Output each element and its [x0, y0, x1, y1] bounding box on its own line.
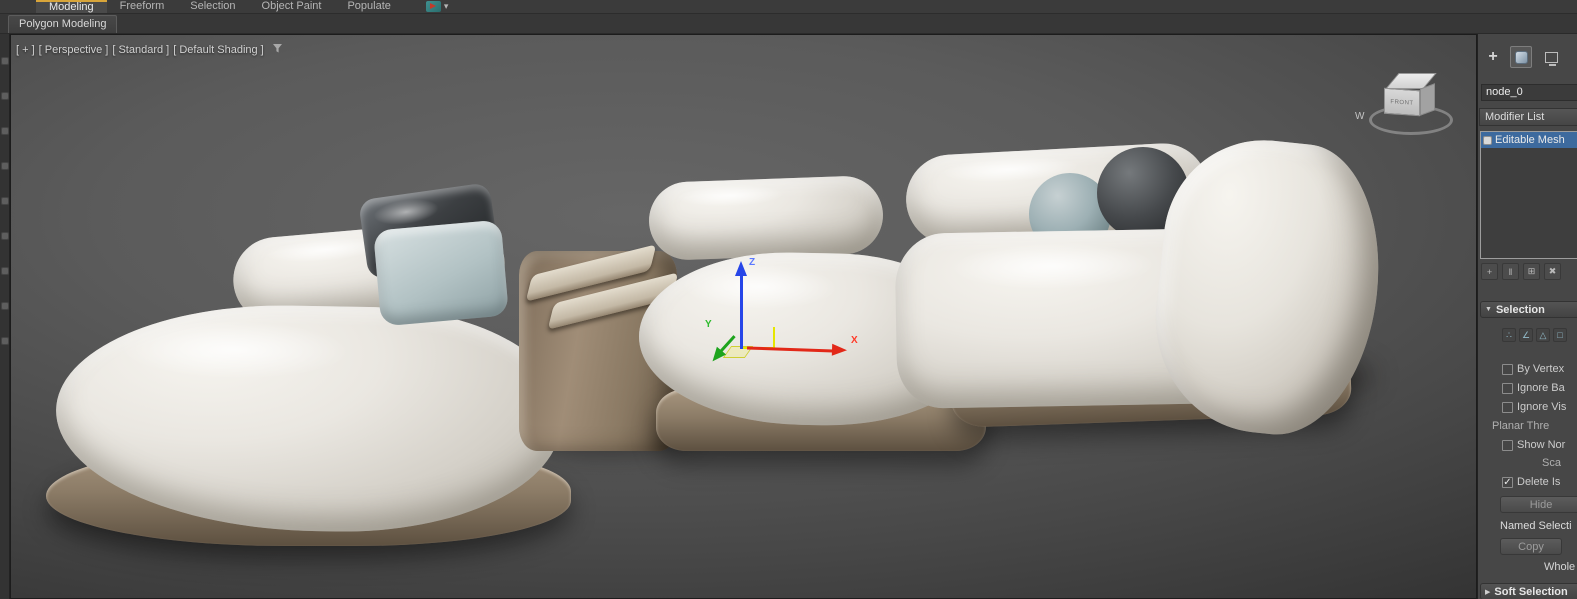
left-toolbar-button[interactable] — [1, 163, 8, 169]
filter-icon[interactable] — [272, 43, 283, 57]
rollout-title: Soft Selection — [1494, 585, 1568, 598]
viewport-menu-general[interactable]: [ + ] — [16, 44, 35, 56]
option-delete-isolated: ✓ Delete Is — [1502, 475, 1560, 489]
make-unique-icon[interactable]: ⊞ — [1523, 263, 1540, 280]
ribbon-tab-bar: Modeling Freeform Selection Object Paint… — [0, 0, 1577, 14]
named-selections-label: Named Selecti — [1500, 520, 1572, 532]
left-toolbar-button[interactable] — [1, 128, 8, 134]
gizmo-y-label: Y — [705, 319, 712, 330]
copy-button[interactable]: Copy — [1500, 538, 1562, 555]
checkbox-ignore-backfacing[interactable] — [1502, 382, 1513, 394]
mesh-icon — [1483, 135, 1492, 145]
left-toolbar-button[interactable] — [1, 303, 8, 309]
viewport[interactable]: [ + ] [ Perspective ] [ Standard ] [ Def… — [10, 34, 1477, 599]
checkbox-delete-isolated[interactable]: ✓ — [1502, 476, 1513, 488]
left-toolbar-button[interactable] — [1, 268, 8, 274]
viewcube-front-face[interactable]: FRONT — [1384, 87, 1420, 117]
object-name-field[interactable]: node_0 — [1481, 84, 1577, 101]
command-panel: + node_0 Modifier List Editable Mesh + ‖… — [1477, 34, 1577, 599]
modifier-list-dropdown[interactable]: Modifier List — [1479, 108, 1577, 126]
option-label: Sca — [1542, 457, 1561, 469]
viewport-menu-shading[interactable]: [ Default Shading ] — [173, 44, 264, 56]
soft-selection-rollout-header[interactable]: ▶ Soft Selection — [1480, 583, 1577, 599]
option-label: Ignore Ba — [1517, 382, 1565, 394]
gizmo-z-label: Z — [749, 257, 756, 268]
display-glyph-icon — [1544, 51, 1558, 66]
subobject-icons: ∴ ∠ △ □ — [1502, 328, 1567, 342]
left-toolbar-button[interactable] — [1, 198, 8, 204]
option-show-normals: Show Nor — [1502, 438, 1565, 452]
ribbon-panel-row: Polygon Modeling — [0, 14, 1577, 34]
ribbon-tab-populate[interactable]: Populate — [334, 0, 403, 13]
left-toolbar-button[interactable] — [1, 58, 8, 64]
polygon-icon[interactable]: □ — [1553, 328, 1567, 342]
left-toolbar-button[interactable] — [1, 233, 8, 239]
option-label: Ignore Vis — [1517, 401, 1567, 413]
stack-item-label: Editable Mesh — [1495, 134, 1565, 146]
gizmo-x-label: X — [851, 335, 858, 346]
option-by-vertex: By Vertex — [1502, 362, 1564, 376]
viewport-menu-renderer[interactable]: [ Standard ] — [112, 44, 169, 56]
option-label: Show Nor — [1517, 439, 1566, 451]
modify-glyph-icon — [1514, 50, 1528, 64]
option-label: Planar Thre — [1492, 420, 1550, 432]
option-planar-threshold: Planar Thre — [1492, 419, 1549, 433]
edge-icon[interactable]: ∠ — [1519, 328, 1533, 342]
show-end-result-icon[interactable]: ‖ — [1502, 263, 1519, 280]
ribbon-tab-selection[interactable]: Selection — [177, 0, 248, 13]
option-ignore-backfacing: Ignore Ba — [1502, 381, 1565, 395]
left-toolbar — [0, 34, 10, 599]
ribbon-tab-freeform[interactable]: Freeform — [107, 0, 178, 13]
option-label: By Vertex — [1517, 363, 1565, 375]
ribbon-tab-modeling[interactable]: Modeling — [36, 0, 107, 13]
gizmo-z-axis[interactable] — [740, 275, 743, 349]
chevron-down-icon: ▾ — [443, 1, 449, 11]
ribbon-config-icon — [425, 1, 441, 12]
gizmo-z-arrow-icon[interactable] — [735, 261, 747, 276]
rollout-arrow-icon: ▶ — [1485, 588, 1491, 596]
stack-item-editable-mesh[interactable]: Editable Mesh — [1481, 132, 1577, 148]
option-label: Delete Is — [1517, 476, 1561, 488]
rollout-arrow-icon: ▼ — [1485, 306, 1492, 313]
stack-toolbar: + ‖ ⊞ ✖ — [1478, 263, 1577, 285]
selection-status-label: Whole — [1544, 561, 1576, 573]
option-scale: Sca — [1542, 456, 1561, 470]
main-area: [ + ] [ Perspective ] [ Standard ] [ Def… — [0, 34, 1577, 599]
ribbon-tab-object-paint[interactable]: Object Paint — [249, 0, 335, 13]
rollout-title: Selection — [1495, 303, 1545, 316]
modifier-stack[interactable]: Editable Mesh — [1480, 131, 1577, 259]
3dsmax-window: Modeling Freeform Selection Object Paint… — [0, 0, 1577, 599]
pin-stack-icon[interactable]: + — [1481, 263, 1498, 280]
viewcube-right-face[interactable] — [1420, 83, 1435, 116]
option-ignore-visible: Ignore Vis — [1502, 400, 1566, 414]
gizmo-plane-edge[interactable] — [773, 327, 775, 348]
modify-tab-icon[interactable] — [1510, 46, 1532, 68]
viewport-menu-pov[interactable]: [ Perspective ] — [39, 44, 109, 56]
display-tab-icon[interactable] — [1540, 46, 1562, 68]
viewport-label: [ + ] [ Perspective ] [ Standard ] [ Def… — [16, 43, 283, 57]
create-tab-icon[interactable]: + — [1482, 46, 1504, 68]
sofa-middle-backrest[interactable] — [647, 174, 885, 262]
plus-icon: + — [1488, 48, 1498, 65]
gizmo-x-arrow-icon[interactable] — [831, 343, 848, 357]
checkbox-by-vertex[interactable] — [1502, 363, 1513, 375]
pillow-light[interactable] — [373, 219, 509, 327]
checkbox-show-normals[interactable] — [1502, 439, 1513, 451]
face-icon[interactable]: △ — [1536, 328, 1550, 342]
hide-button[interactable]: Hide — [1500, 496, 1577, 513]
left-toolbar-button[interactable] — [1, 338, 8, 344]
ribbon-config-button[interactable]: ▾ — [425, 0, 449, 13]
checkbox-ignore-visible[interactable] — [1502, 401, 1513, 413]
polygon-modeling-tab[interactable]: Polygon Modeling — [8, 15, 118, 33]
selection-rollout-header[interactable]: ▼ Selection — [1480, 301, 1577, 318]
remove-modifier-icon[interactable]: ✖ — [1544, 263, 1561, 280]
vertex-icon[interactable]: ∴ — [1502, 328, 1516, 342]
viewcube-west-label: W — [1355, 111, 1365, 122]
left-toolbar-button[interactable] — [1, 93, 8, 99]
viewcube[interactable]: W FRONT — [1351, 65, 1467, 149]
